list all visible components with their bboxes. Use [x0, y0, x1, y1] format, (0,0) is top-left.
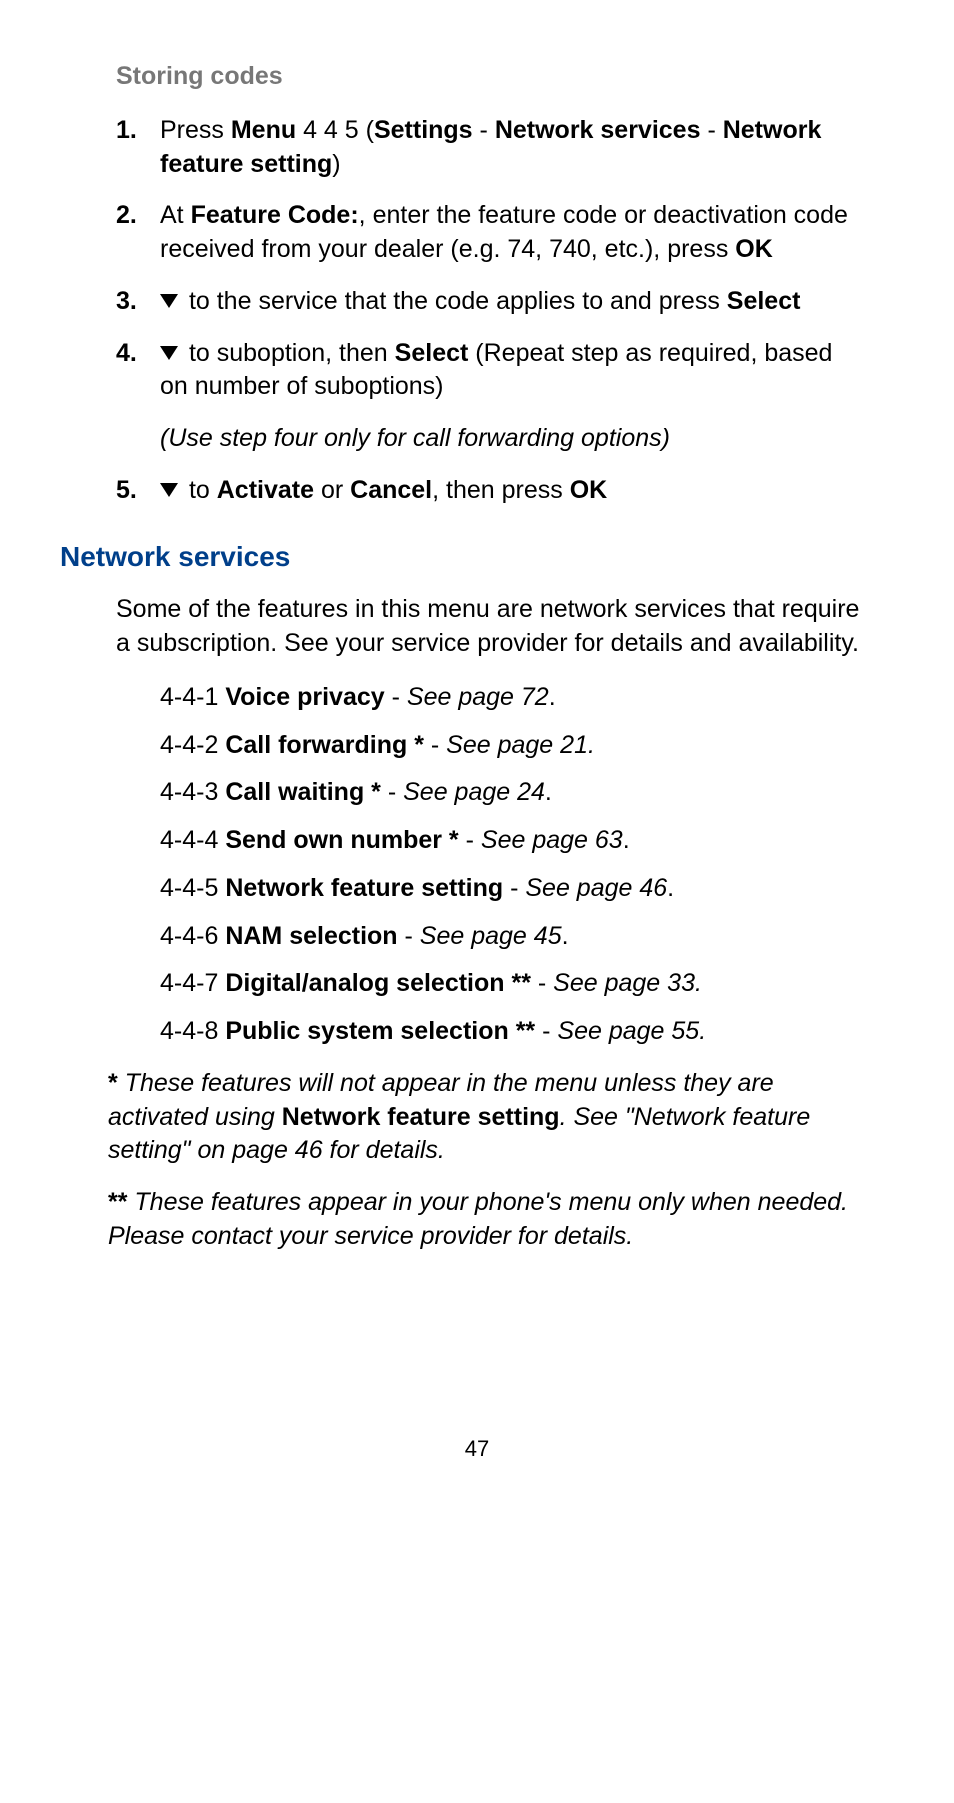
step-text-fragment: Cancel: [350, 476, 432, 504]
menu-name: NAM selection: [225, 922, 397, 950]
down-arrow-icon: [160, 294, 178, 308]
step-text-fragment: Feature Code:: [191, 201, 359, 229]
step-body: Press Menu 4 4 5 (Settings - Network ser…: [160, 114, 864, 182]
menu-item: 4-4-8 Public system selection ** - See p…: [160, 1015, 864, 1049]
down-arrow-icon: [160, 346, 178, 360]
subheading-storing-codes: Storing codes: [116, 60, 864, 94]
step-body: At Feature Code:, enter the feature code…: [160, 199, 864, 267]
step-text-fragment: to suboption, then: [182, 339, 395, 367]
page-number: 47: [90, 1434, 864, 1464]
footnote-mark: *: [108, 1069, 118, 1097]
menu-code: 4-4-3: [160, 778, 225, 806]
step-row: 3. to the service that the code applies …: [116, 285, 864, 319]
step-number: 2.: [116, 199, 160, 267]
footnote-mark: **: [108, 1188, 127, 1216]
menu-dash: -: [424, 731, 446, 759]
step-text-fragment: Press: [160, 116, 231, 144]
menu-item: 4-4-1 Voice privacy - See page 72.: [160, 681, 864, 715]
step-body: to the service that the code applies to …: [160, 285, 864, 319]
step-text-fragment: to: [182, 476, 217, 504]
menu-code: 4-4-7: [160, 969, 225, 997]
menu-name: Voice privacy: [225, 683, 384, 711]
step-row: 2.At Feature Code:, enter the feature co…: [116, 199, 864, 267]
menu-dash: -: [385, 683, 407, 711]
menu-page-ref: See page 63: [481, 826, 623, 854]
menu-dash: -: [459, 826, 481, 854]
menu-code: 4-4-2: [160, 731, 225, 759]
step-text-fragment: Activate: [217, 476, 314, 504]
step-text-fragment: Select: [727, 287, 801, 315]
menu-page-ref: See page 72: [407, 683, 549, 711]
menu-item: 4-4-6 NAM selection - See page 45.: [160, 920, 864, 954]
step-text-fragment: Select: [395, 339, 469, 367]
menu-item: 4-4-2 Call forwarding * - See page 21.: [160, 729, 864, 763]
menu-code: 4-4-5: [160, 874, 225, 902]
menu-page-ref: See page 45: [420, 922, 562, 950]
step-note: (Use step four only for call forwarding …: [160, 422, 864, 456]
menu-item: 4-4-7 Digital/analog selection ** - See …: [160, 967, 864, 1001]
menu-page-ref: See page 46: [525, 874, 667, 902]
step-text-fragment: Network services: [495, 116, 701, 144]
menu-code: 4-4-4: [160, 826, 225, 854]
menu-code: 4-4-8: [160, 1017, 225, 1045]
step-number: 4.: [116, 337, 160, 405]
menu-code: 4-4-1: [160, 683, 225, 711]
step-text-fragment: Settings: [374, 116, 473, 144]
step-text-fragment: Menu: [231, 116, 296, 144]
menu-page-ref: See page 33.: [553, 969, 702, 997]
step-text-fragment: ): [332, 150, 340, 178]
menu-end: .: [562, 922, 569, 950]
intro-paragraph: Some of the features in this menu are ne…: [116, 593, 864, 661]
menu-dash: -: [531, 969, 553, 997]
menu-item: 4-4-4 Send own number * - See page 63.: [160, 824, 864, 858]
menu-name: Send own number *: [225, 826, 458, 854]
menu-page-ref: See page 55.: [557, 1017, 706, 1045]
step-row: 5. to Activate or Cancel, then press OK: [116, 474, 864, 508]
menu-code: 4-4-6: [160, 922, 225, 950]
menu-name: Call waiting *: [225, 778, 381, 806]
footnote-double-star: ** These features appear in your phone's…: [108, 1186, 864, 1254]
menu-name: Public system selection **: [225, 1017, 535, 1045]
menu-item: 4-4-3 Call waiting * - See page 24.: [160, 776, 864, 810]
menu-page-ref: See page 21.: [446, 731, 595, 759]
menu-end: .: [545, 778, 552, 806]
step-text-fragment: to the service that the code applies to …: [182, 287, 727, 315]
menu-end: .: [623, 826, 630, 854]
footnote-single-star: * These features will not appear in the …: [108, 1067, 864, 1168]
menu-end: .: [549, 683, 556, 711]
menu-dash: -: [535, 1017, 557, 1045]
footnote-bold: Network feature setting: [282, 1103, 560, 1131]
step-text-fragment: -: [473, 116, 495, 144]
step-row: 4. to suboption, then Select (Repeat ste…: [116, 337, 864, 405]
menu-end: .: [667, 874, 674, 902]
step-body: to suboption, then Select (Repeat step a…: [160, 337, 864, 405]
menu-item: 4-4-5 Network feature setting - See page…: [160, 872, 864, 906]
menu-name: Call forwarding *: [225, 731, 424, 759]
step-body: to Activate or Cancel, then press OK: [160, 474, 864, 508]
menu-page-ref: See page 24: [403, 778, 545, 806]
step-text-fragment: At: [160, 201, 191, 229]
step-text-fragment: 4 4 5 (: [296, 116, 374, 144]
footnote-text: These features appear in your phone's me…: [108, 1188, 848, 1250]
menu-dash: -: [398, 922, 420, 950]
step-text-fragment: or: [314, 476, 350, 504]
step-text-fragment: OK: [735, 235, 773, 263]
down-arrow-icon: [160, 483, 178, 497]
step-row: 1.Press Menu 4 4 5 (Settings - Network s…: [116, 114, 864, 182]
step-text-fragment: -: [701, 116, 723, 144]
menu-dash: -: [381, 778, 403, 806]
step-number: 5.: [116, 474, 160, 508]
step-text-fragment: , then press: [432, 476, 570, 504]
menu-name: Digital/analog selection **: [225, 969, 531, 997]
step-number: 3.: [116, 285, 160, 319]
step-text-fragment: OK: [570, 476, 608, 504]
step-number: 1.: [116, 114, 160, 182]
menu-dash: -: [503, 874, 525, 902]
menu-name: Network feature setting: [225, 874, 503, 902]
heading-network-services: Network services: [60, 538, 864, 576]
